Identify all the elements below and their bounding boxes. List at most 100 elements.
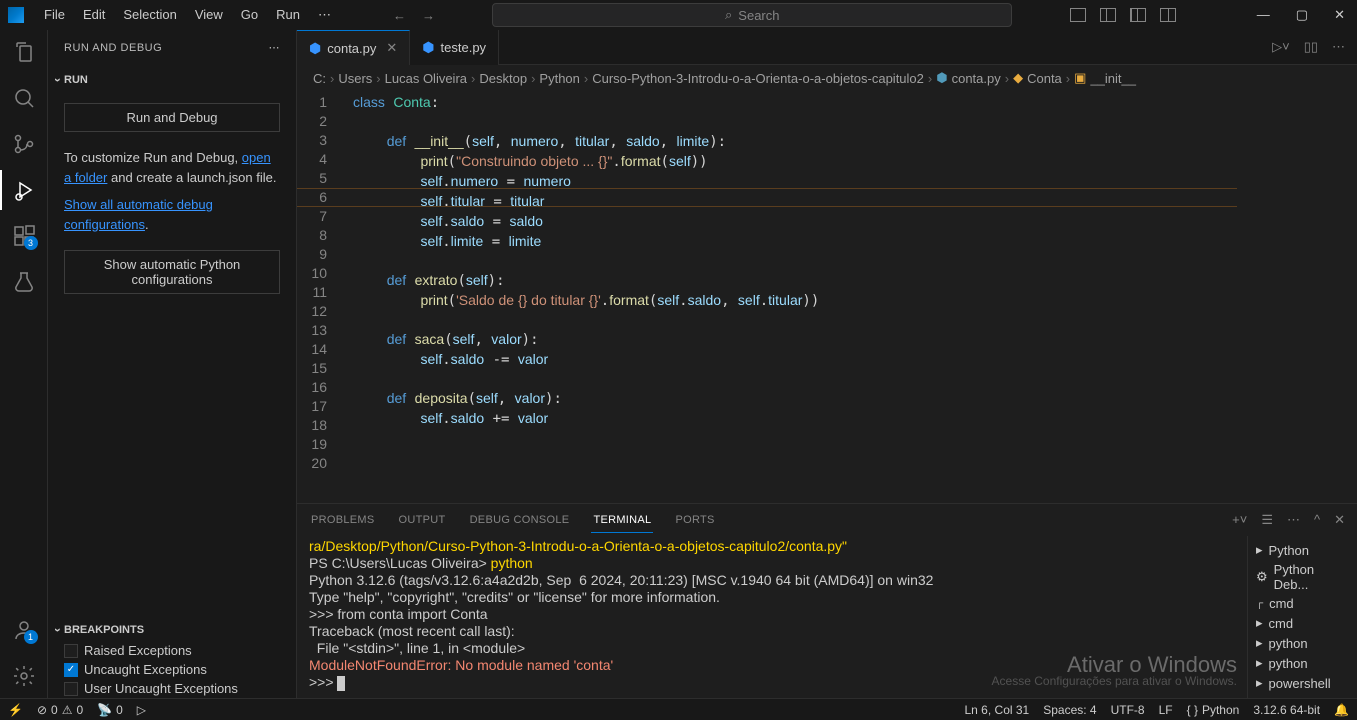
python-version[interactable]: 3.12.6 64-bit	[1253, 703, 1320, 717]
menu-go[interactable]: Go	[233, 3, 266, 27]
class-icon: ◆	[1013, 70, 1023, 86]
minimize-button[interactable]: —	[1253, 7, 1274, 23]
menu-view[interactable]: View	[187, 3, 231, 27]
run-section-label: RUN	[64, 74, 88, 86]
close-button[interactable]: ✕	[1330, 7, 1349, 23]
breadcrumb[interactable]: C:› Users› Lucas Oliveira› Desktop› Pyth…	[297, 65, 1357, 91]
menu-run[interactable]: Run	[268, 3, 308, 27]
terminal-powershell[interactable]: ▸powershell	[1248, 673, 1357, 693]
terminal-cursor	[337, 676, 345, 691]
terminal-cmd2[interactable]: ▸cmd	[1248, 613, 1357, 633]
account-badge: 1	[24, 630, 38, 644]
show-auto-link[interactable]: Show all automatic debug configurations	[64, 197, 213, 232]
code-editor[interactable]: 1234567891011121314151617181920 class Co…	[297, 91, 1237, 503]
run-debug-icon[interactable]	[12, 178, 36, 202]
terminal[interactable]: ra/Desktop/Python/Curso-Python-3-Introdu…	[297, 536, 1247, 698]
sidebar-more[interactable]: ⋯	[269, 41, 281, 54]
terminal-python[interactable]: ▸Python	[1248, 540, 1357, 560]
panel-tab-problems[interactable]: PROBLEMS	[309, 508, 377, 532]
python-icon: ⬢	[422, 39, 434, 56]
terminal-icon: ▸	[1256, 635, 1263, 651]
port-status[interactable]: 📡 0	[97, 703, 123, 717]
encoding[interactable]: UTF-8	[1111, 703, 1145, 717]
method-icon: ▣	[1074, 70, 1086, 86]
terminal-cmd[interactable]: ┌cmd	[1248, 594, 1357, 613]
settings-icon[interactable]	[12, 664, 36, 688]
panel-close-button[interactable]: ✕	[1334, 512, 1345, 528]
tab-label: teste.py	[441, 40, 487, 55]
panel-tab-debug[interactable]: DEBUG CONSOLE	[468, 508, 572, 532]
breakpoints-header[interactable]: › BREAKPOINTS	[48, 619, 296, 641]
account-icon[interactable]: 1	[12, 618, 36, 642]
split-editor-button[interactable]: ▯▯	[1304, 39, 1318, 55]
run-section-header[interactable]: › RUN	[48, 69, 296, 91]
menu-selection[interactable]: Selection	[115, 3, 184, 27]
vscode-icon	[8, 7, 24, 23]
eol[interactable]: LF	[1159, 703, 1173, 717]
python-icon: ⬢	[936, 70, 947, 86]
notifications-button[interactable]: 🔔	[1334, 703, 1349, 717]
split-terminal-button[interactable]: ☰	[1261, 512, 1273, 528]
layout-icon-3[interactable]	[1130, 8, 1146, 22]
terminal-more-button[interactable]: ⋯	[1287, 512, 1300, 528]
layout-icon-4[interactable]	[1160, 8, 1176, 22]
tab-more-button[interactable]: ⋯	[1332, 39, 1345, 55]
user-uncaught-exceptions-checkbox[interactable]	[64, 682, 78, 696]
source-control-icon[interactable]	[12, 132, 36, 156]
uncaught-exceptions-checkbox[interactable]	[64, 663, 78, 677]
run-indicator[interactable]: ▷	[137, 703, 146, 717]
explorer-icon[interactable]	[12, 40, 36, 64]
nav-back[interactable]: ←	[393, 8, 406, 23]
maximize-button[interactable]: ▢	[1292, 7, 1312, 23]
tab-close[interactable]: ✕	[386, 40, 397, 56]
tab-label: conta.py	[327, 41, 376, 56]
code-content[interactable]: class Conta: def __init__(self, numero, …	[353, 91, 1237, 503]
line-gutter: 1234567891011121314151617181920	[297, 91, 353, 503]
extensions-icon[interactable]: 3	[12, 224, 36, 248]
new-terminal-button[interactable]: +˅	[1232, 512, 1247, 528]
panel-tab-terminal[interactable]: TERMINAL	[591, 508, 653, 533]
raised-exceptions-checkbox[interactable]	[64, 644, 78, 658]
terminal-icon: ▸	[1256, 615, 1263, 631]
terminal-icon: ▸	[1256, 542, 1263, 558]
panel-maximize-button[interactable]: ^	[1314, 512, 1320, 528]
terminal-python3[interactable]: ▸python	[1248, 653, 1357, 673]
panel-tab-ports[interactable]: PORTS	[673, 508, 716, 532]
testing-icon[interactable]	[12, 270, 36, 294]
run-file-button[interactable]: ▷˅	[1272, 39, 1290, 55]
remote-button[interactable]: ⚡	[8, 703, 23, 717]
user-uncaught-exceptions-label: User Uncaught Exceptions	[84, 681, 238, 696]
customize-text: To customize Run and Debug, open a folde…	[48, 144, 296, 191]
show-python-button[interactable]: Show automatic Python configurations	[64, 250, 280, 294]
tab-conta[interactable]: ⬢ conta.py ✕	[297, 30, 410, 65]
terminal-icon: ┌	[1256, 598, 1263, 609]
terminal-python-deb[interactable]: ⚙Python Deb...	[1248, 560, 1357, 594]
extensions-badge: 3	[24, 236, 38, 250]
tab-teste[interactable]: ⬢ teste.py	[410, 30, 499, 65]
cursor-position[interactable]: Ln 6, Col 31	[965, 703, 1030, 717]
terminal-python2[interactable]: ▸python	[1248, 633, 1357, 653]
debug-icon: ⚙	[1256, 569, 1268, 585]
panel-tab-output[interactable]: OUTPUT	[397, 508, 448, 532]
layout-icon-2[interactable]	[1100, 8, 1116, 22]
menu-file[interactable]: File	[36, 3, 73, 27]
errors-status[interactable]: ⊘ 0 ⚠ 0	[37, 703, 83, 717]
search-icon[interactable]	[12, 86, 36, 110]
layout-icon-1[interactable]	[1070, 8, 1086, 22]
menu-edit[interactable]: Edit	[75, 3, 113, 27]
run-and-debug-button[interactable]: Run and Debug	[64, 103, 280, 132]
uncaught-exceptions-label: Uncaught Exceptions	[84, 662, 207, 677]
terminal-icon: ▸	[1256, 675, 1263, 691]
chevron-down-icon: ›	[51, 78, 65, 82]
search-box[interactable]: ⌕ Search	[492, 3, 1012, 27]
search-placeholder: Search	[738, 8, 779, 23]
nav-forward[interactable]: →	[422, 8, 435, 23]
search-icon: ⌕	[725, 7, 732, 23]
python-icon: ⬢	[309, 40, 321, 57]
minimap[interactable]	[1237, 91, 1357, 503]
menu-more[interactable]: ⋯	[310, 3, 339, 27]
indentation[interactable]: Spaces: 4	[1043, 703, 1096, 717]
chevron-down-icon: ›	[51, 628, 65, 632]
language-mode[interactable]: { } Python	[1187, 703, 1240, 717]
terminal-icon: ▸	[1256, 655, 1263, 671]
